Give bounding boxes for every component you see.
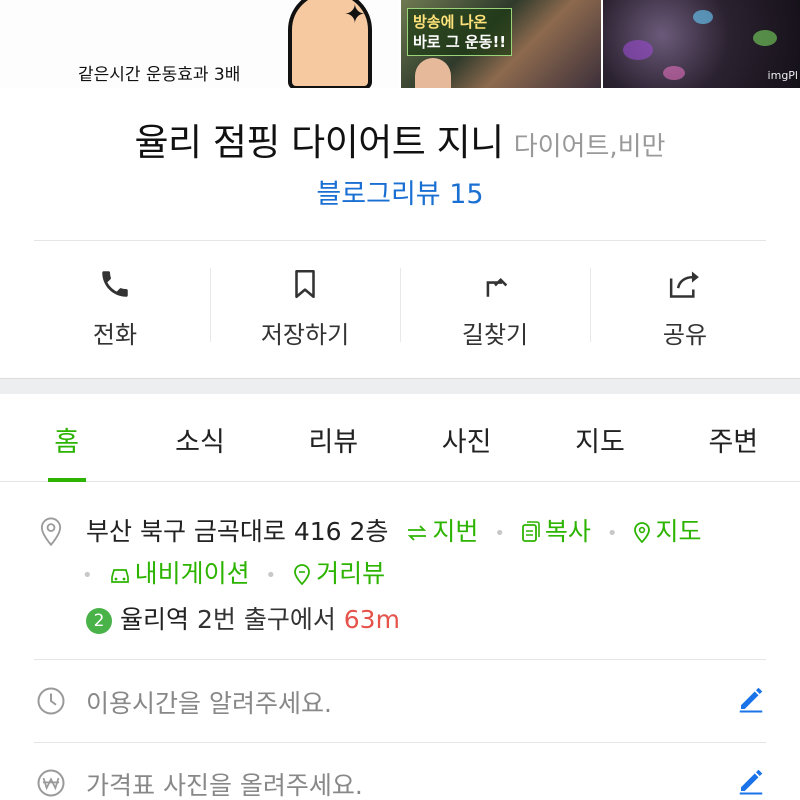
share-label: 공유 [662, 321, 708, 349]
address-line-2: • 내비게이션 • 거리뷰 [82, 554, 385, 591]
location-pin-icon [34, 514, 68, 548]
separator-dot: • [82, 564, 93, 586]
photo-sign: 방송에 나온 바로 그 운동!! [407, 8, 513, 56]
directions-button[interactable]: 길찾기 [400, 260, 590, 350]
tab-reviews[interactable]: 리뷰 [267, 394, 400, 481]
stage-light [622, 40, 653, 60]
photo-sign-line: 바로 그 운동!! [413, 33, 507, 51]
action-bar: 전화 저장하기 길찾기 공유 [20, 260, 780, 350]
streetview-icon [292, 562, 312, 591]
clock-icon [34, 684, 68, 718]
call-button[interactable]: 전화 [20, 260, 210, 350]
sparkle-icon: ✦ [344, 0, 366, 30]
separator-dot: • [606, 522, 618, 544]
divider [34, 659, 766, 660]
photo-person [415, 58, 451, 88]
stage-light [692, 10, 713, 24]
price-prompt: 가격표 사진을 올려주세요. [86, 771, 363, 800]
edit-pencil-icon[interactable] [736, 766, 766, 796]
car-icon [109, 562, 131, 591]
streetview-link[interactable]: 거리뷰 [292, 559, 385, 588]
tab-map[interactable]: 지도 [533, 394, 666, 481]
subway-info: 2 율리역 2번 출구에서 63m [86, 600, 400, 636]
directions-icon [475, 264, 515, 303]
directions-label: 길찾기 [461, 321, 529, 349]
tab-news[interactable]: 소식 [133, 394, 266, 481]
navigation-label: 내비게이션 [134, 559, 250, 588]
place-title-row: 율리 점핑 다이어트 지니 다이어트,비만 [0, 112, 800, 166]
map-link[interactable]: 지도 [633, 517, 701, 546]
subway-exit: 2번 출구에서 [196, 605, 336, 634]
stage-light [752, 30, 777, 46]
address-text: 부산 북구 금곡대로 416 2층 [86, 517, 389, 546]
divider [34, 240, 766, 241]
place-photo-2[interactable]: 방송에 나온 바로 그 운동!! [401, 0, 601, 88]
navigation-link[interactable]: 내비게이션 [109, 559, 258, 588]
copy-label: 복사 [544, 517, 591, 546]
blog-review-link[interactable]: 블로그리뷰 15 [0, 172, 800, 211]
separator-dot: • [265, 564, 277, 586]
share-button[interactable]: 공유 [590, 260, 780, 350]
subway-station: 율리역 [120, 605, 190, 634]
photo-watermark: imgPl [767, 69, 798, 82]
jibun-label: 지번 [432, 517, 479, 546]
photo-sign-line: 방송에 나온 [413, 13, 488, 31]
place-photo-1[interactable]: ✦ 같은시간 운동효과 3배 [0, 0, 399, 88]
save-label: 저장하기 [260, 321, 350, 349]
share-icon [665, 264, 705, 303]
tab-home[interactable]: 홈 [0, 394, 133, 482]
place-category: 다이어트,비만 [513, 132, 666, 162]
copy-icon [521, 520, 541, 549]
subway-line-badge: 2 [86, 608, 112, 634]
photo-caption: 같은시간 운동효과 3배 [78, 65, 241, 85]
map-label: 지도 [655, 517, 702, 546]
phone-icon [95, 264, 135, 303]
edit-pencil-icon[interactable] [736, 684, 766, 714]
streetview-label: 거리뷰 [316, 559, 386, 588]
copy-link[interactable]: 복사 [521, 517, 599, 546]
call-label: 전화 [92, 321, 138, 349]
hours-row[interactable]: 이용시간을 알려주세요. [34, 682, 766, 722]
place-name: 율리 점핑 다이어트 지니 [134, 121, 505, 164]
divider [34, 742, 766, 743]
place-photo-3[interactable]: imgPl [602, 0, 800, 88]
section-separator [0, 378, 800, 394]
stage-light [662, 66, 685, 80]
price-row[interactable]: 가격표 사진을 올려주세요. [34, 764, 766, 800]
tab-bar: 홈 소식 리뷰 사진 지도 주변 [0, 394, 800, 482]
photo-strip[interactable]: ✦ 같은시간 운동효과 3배 방송에 나온 바로 그 운동!! imgPl [0, 0, 800, 88]
hours-prompt: 이용시간을 알려주세요. [86, 689, 332, 718]
save-button[interactable]: 저장하기 [210, 260, 400, 350]
separator-dot: • [494, 522, 505, 544]
bookmark-icon [285, 264, 325, 303]
subway-distance: 63m [343, 605, 400, 634]
map-pin-icon [633, 520, 651, 549]
address-section: 부산 북구 금곡대로 416 2층 지번 • 복사 • 지도 • 내비게이션 •… [34, 510, 766, 640]
tab-photos[interactable]: 사진 [400, 394, 533, 481]
jibun-link[interactable]: 지번 [406, 517, 486, 546]
address-line-1: 부산 북구 금곡대로 416 2층 지번 • 복사 • 지도 [86, 512, 701, 549]
won-icon [34, 766, 68, 800]
tab-nearby[interactable]: 주변 [667, 394, 800, 481]
swap-icon [406, 520, 428, 549]
